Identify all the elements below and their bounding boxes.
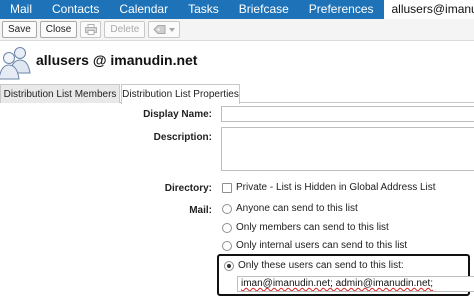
directory-private-checkbox[interactable] [222, 182, 232, 193]
tab-distribution-list-members[interactable]: Distribution List Members [0, 84, 120, 103]
print-icon [84, 24, 97, 35]
display-name-input[interactable] [221, 106, 474, 122]
directory-label: Directory: [164, 183, 212, 194]
mail-radio-anyone[interactable] [222, 203, 232, 214]
chevron-down-icon [169, 27, 176, 32]
nav-tab-mail[interactable]: Mail [0, 0, 42, 19]
tag-button[interactable] [148, 21, 181, 38]
close-button[interactable]: Close [39, 21, 78, 38]
nav-tab-preferences[interactable]: Preferences [299, 0, 384, 19]
mail-option-members-text: Only members can send to this list [236, 222, 389, 233]
property-tabs: Distribution List Members Distribution L… [0, 83, 474, 104]
directory-private-option[interactable]: Private - List is Hidden in Global Addre… [222, 182, 436, 193]
nav-tab-briefcase[interactable]: Briefcase [229, 0, 299, 19]
allowed-senders-value: iman@imanudin.net; admin@imanudin.net; [241, 278, 434, 289]
top-nav-bar: Mail Contacts Calendar Tasks Briefcase P… [0, 0, 474, 19]
description-textarea[interactable] [221, 127, 474, 171]
mail-label: Mail: [189, 205, 212, 216]
mail-option-specific-users-text: Only these users can send to this list: [238, 260, 404, 271]
mail-option-anyone[interactable]: Anyone can send to this list [222, 203, 358, 214]
page-title: allusers @ imanudin.net [36, 52, 198, 68]
mail-option-specific-users[interactable]: Only these users can send to this list: [224, 260, 404, 271]
directory-private-text: Private - List is Hidden in Global Addre… [236, 182, 436, 193]
mail-radio-members[interactable] [222, 222, 232, 233]
mail-option-internal-text: Only internal users can send to this lis… [236, 240, 408, 251]
nav-tab-tasks[interactable]: Tasks [178, 0, 229, 19]
tag-icon [153, 25, 166, 34]
toolbar: Save Close Delete [0, 19, 474, 41]
mail-radio-internal[interactable] [222, 240, 232, 251]
tab-distribution-list-properties[interactable]: Distribution List Properties [121, 84, 240, 104]
display-name-label: Display Name: [143, 109, 212, 120]
mail-option-anyone-text: Anyone can send to this list [236, 203, 358, 214]
mail-option-internal[interactable]: Only internal users can send to this lis… [222, 240, 407, 251]
list-header: allusers @ imanudin.net [0, 41, 474, 83]
description-label: Description: [153, 132, 212, 143]
delete-button[interactable]: Delete [104, 21, 146, 38]
mail-radio-specific-users[interactable] [224, 260, 234, 271]
nav-tab-calendar[interactable]: Calendar [109, 0, 178, 19]
save-button[interactable]: Save [2, 21, 37, 38]
mail-option-members[interactable]: Only members can send to this list [222, 222, 389, 233]
nav-tab-account[interactable]: allusers@imanud [383, 0, 474, 19]
allowed-senders-input[interactable]: iman@imanudin.net; admin@imanudin.net; [237, 276, 474, 292]
distribution-list-icon [0, 47, 31, 80]
print-button[interactable] [80, 21, 102, 38]
nav-tab-contacts[interactable]: Contacts [42, 0, 109, 19]
